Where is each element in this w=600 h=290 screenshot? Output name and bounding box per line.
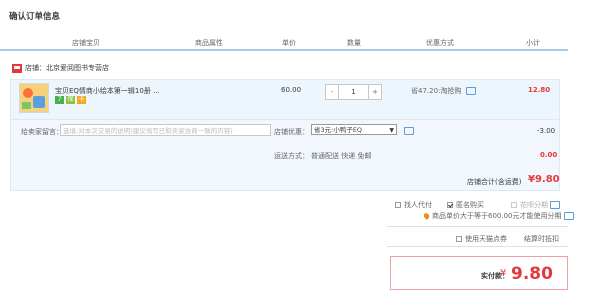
product-name[interactable]: 宝贝EQ情商小绘本第一辑10册 ...: [55, 86, 160, 96]
chevron-down-icon: ▼: [389, 127, 394, 134]
shipping-label: 运送方式：: [274, 152, 309, 160]
tmall-points-label: 使用天猫点券: [465, 235, 507, 243]
col-discount: 优惠方式: [426, 39, 454, 47]
shipping-options: 普通配送 快递 免邮: [311, 152, 372, 160]
installment-note-text: 商品单价大于等于600.00元才能使用分期: [432, 212, 562, 220]
anonymous-option[interactable]: 匿名购买: [447, 200, 484, 210]
col-subtotal: 小计: [526, 39, 540, 47]
quantity-decrease-button[interactable]: -: [326, 85, 338, 99]
quantity-input[interactable]: 1: [338, 85, 369, 99]
quantity-stepper: - 1 +: [325, 84, 382, 100]
discount-info: 省47.20:淘抢购: [411, 86, 476, 96]
product-thumbnail[interactable]: [19, 83, 49, 113]
seven-day-return-icon[interactable]: 7: [55, 96, 64, 104]
shop-total-amount: ¥9.80: [528, 174, 560, 185]
seller-message-label: 给卖家留言：: [21, 128, 63, 136]
proxy-pay-checkbox[interactable]: [395, 202, 401, 208]
item-subtotal: 12.80: [528, 86, 551, 94]
tmall-points-checkbox[interactable]: [456, 236, 462, 242]
installment-label: 花呗分期: [520, 201, 548, 209]
guarantee-icon[interactable]: 保: [66, 96, 75, 104]
service-badges: 7 保 卡: [55, 96, 86, 104]
shop-coupon-select[interactable]: 省3元:小鸭子EQ ▼: [311, 124, 397, 135]
proxy-pay-label: 找人代付: [404, 201, 432, 209]
column-header: 店铺宝贝 商品属性 单价 数量 优惠方式 小计: [0, 31, 568, 51]
discount-text: 省47.20:淘抢购: [411, 87, 462, 95]
installment-option[interactable]: 花呗分期: [511, 200, 560, 210]
shop-coupon-label: 店铺优惠：: [274, 128, 309, 136]
shop-icon: [12, 63, 22, 73]
divider: [387, 246, 568, 247]
actual-payment-amount: 9.80: [511, 264, 553, 284]
shop-coupon-selected: 省3元:小鸭子EQ: [314, 126, 363, 134]
shipping-amount: 0.00: [540, 151, 558, 159]
page-title: 确认订单信息: [9, 12, 61, 22]
shop-total-label: 店铺合计(含运费): [467, 178, 522, 186]
anonymous-label: 匿名购买: [456, 201, 484, 209]
col-unit-price: 单价: [282, 39, 296, 47]
currency-symbol: ¥: [500, 268, 507, 279]
seller-message-input[interactable]: 选填:对本次交易的说明(建议填写已和卖家协商一致的内容): [60, 124, 271, 136]
installment-checkbox[interactable]: [511, 202, 517, 208]
shop-name-row: 店铺：北京爱阅图书专营店: [12, 63, 109, 73]
installment-note-icon[interactable]: [563, 212, 574, 220]
col-attributes: 商品属性: [195, 39, 223, 47]
shop-name[interactable]: 店铺：北京爱阅图书专营店: [25, 63, 109, 73]
col-quantity: 数量: [347, 39, 361, 47]
proxy-pay-option[interactable]: 找人代付: [395, 200, 432, 210]
discount-info-icon[interactable]: [465, 87, 476, 95]
coupon-amount: -3.00: [537, 127, 556, 135]
installment-info-icon[interactable]: [550, 201, 560, 209]
card-payment-icon[interactable]: 卡: [77, 96, 86, 104]
anonymous-checkbox[interactable]: [447, 202, 453, 208]
installment-note: 商品单价大于等于600.00元才能使用分期: [422, 211, 574, 221]
tmall-points-option[interactable]: 使用天猫点券: [456, 234, 507, 244]
unit-price: 60.00: [281, 86, 302, 94]
divider: [387, 226, 568, 227]
location-pin-icon: [422, 212, 431, 220]
coupon-info-icon[interactable]: [404, 127, 414, 135]
quantity-increase-button[interactable]: +: [369, 85, 381, 99]
col-shop-item: 店铺宝贝: [72, 39, 100, 47]
points-note: 结算时抵扣: [524, 235, 559, 243]
